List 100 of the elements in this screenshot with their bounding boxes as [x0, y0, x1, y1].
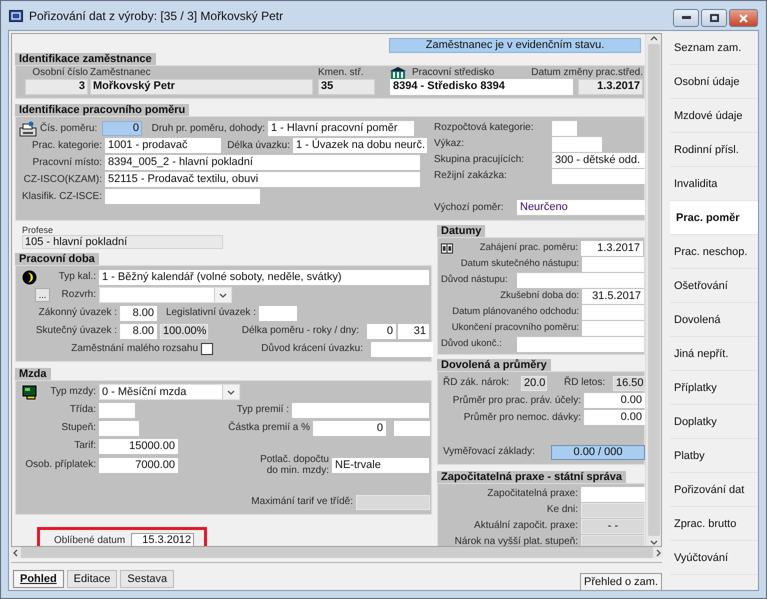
text-field[interactable]: 0	[313, 420, 386, 436]
field-label: Druh pr. poměru, dohody:	[150, 122, 266, 134]
view-tab[interactable]: Editace	[66, 570, 118, 588]
text-field[interactable]: 1001 - prodavač	[105, 138, 221, 153]
checkbox[interactable]	[201, 343, 213, 355]
field-label: Zkušební doba do:	[499, 290, 580, 302]
text-field[interactable]: 1 - Úvazek na dobu neurč.	[293, 138, 427, 153]
text-field[interactable]: 52115 - Prodavač textilu, obuvi	[105, 172, 420, 187]
app-icon	[9, 10, 23, 22]
text-field[interactable]: 16.50	[613, 376, 646, 390]
text-field[interactable]: 105 - hlavní pokladní	[22, 235, 223, 249]
field-label: Částka premií a %	[227, 422, 311, 434]
overview-button[interactable]: Přehled o zam.	[580, 573, 662, 591]
field-label: Klasifik. CZ-ISCE:	[20, 190, 103, 202]
text-field[interactable]	[356, 494, 430, 510]
text-field[interactable]	[581, 534, 645, 546]
vertical-scrollbar[interactable]	[645, 34, 661, 546]
field-label: ŘD letos:	[564, 377, 606, 389]
field-label: Zákonný úvazek :	[38, 307, 118, 319]
field-label: Maximání tarif ve třídě:	[250, 496, 354, 508]
text-field[interactable]: 8394 - Středisko 8394	[390, 79, 573, 95]
text-field[interactable]: 8.00	[120, 324, 157, 338]
close-button[interactable]	[729, 9, 758, 27]
maximize-button[interactable]	[701, 9, 727, 27]
text-field[interactable]: 3	[25, 79, 88, 95]
field-label: ŘD zák. nárok:	[443, 377, 510, 389]
text-field[interactable]: 0.00	[584, 393, 645, 408]
section-title: Mzda	[15, 368, 50, 380]
field-label: Prac. kategorie:	[30, 140, 103, 152]
field-label: Výkaz:	[434, 138, 466, 150]
field-label: Datum změny prac.střed.	[530, 67, 643, 79]
field-label: Potlač. dopočtu do min. mzdy:	[259, 454, 330, 476]
field-label: Aktuální započit. praxe:	[473, 520, 579, 532]
text-field[interactable]: 1.3.2017	[578, 79, 643, 95]
text-field[interactable]: 1 - Hlavní pracovní poměr	[268, 121, 414, 136]
chevron-left-icon	[11, 548, 19, 556]
field-label: Osob. příplatek:	[24, 459, 97, 471]
status-banner: Zaměstnanec je v evidenčním stavu.	[389, 38, 641, 53]
close-icon	[739, 14, 748, 22]
text-field[interactable]	[581, 502, 645, 518]
text-field[interactable]: 31	[398, 324, 429, 338]
text-field[interactable]: Mořkovský Petr	[90, 79, 313, 95]
field-label: Typ mzdy:	[49, 386, 97, 398]
schedule-dropdown[interactable]	[99, 287, 232, 303]
field-label: Nárok na vyšší plat. stupeň:	[454, 536, 579, 546]
minimize-button[interactable]	[673, 9, 699, 27]
section-title: Identifikace zaměstnance	[15, 53, 156, 65]
field-label: Délka úvazku:	[227, 140, 291, 152]
text-field[interactable]: 20.0	[521, 376, 547, 390]
field-label: Průměr pro prac. práv. účely:	[452, 394, 582, 406]
text-field[interactable]: NE-trvale	[332, 458, 429, 472]
text-field[interactable]: 35	[318, 79, 375, 95]
section-title: Dovolená a průměry	[437, 359, 551, 371]
chevron-down-icon	[219, 291, 227, 299]
field-label: Zaměstnanec	[90, 67, 152, 79]
section-title: Započitatelná praxe - státní správa	[437, 471, 626, 483]
text-field[interactable]: 15000.00	[99, 438, 178, 454]
view-tab[interactable]: Sestava	[120, 570, 174, 588]
field-label: Zaměstnání malého rozsahu	[70, 343, 199, 355]
field-label: Ukončení pracovního poměru:	[450, 322, 580, 334]
field-label: Pracovní místo:	[32, 156, 103, 168]
chevron-down-icon	[227, 388, 235, 396]
text-field[interactable]: 7000.00	[99, 458, 178, 472]
sidebar-item[interactable]: Prac. poměr	[670, 201, 758, 235]
field-label: CZ-ISCO(KZAM):	[22, 174, 103, 186]
text-field[interactable]: 0.00	[584, 410, 645, 425]
text-field[interactable]: 15.3.2012	[131, 533, 194, 546]
text-field[interactable]: 0.00 / 000	[551, 444, 645, 460]
section-title: Pracovní doba	[15, 253, 99, 265]
field-label: Skupina pracujících:	[434, 154, 526, 166]
text-field[interactable]: 1.3.2017	[581, 240, 643, 256]
field-label: Třída:	[68, 404, 97, 416]
field-label: Důvod ukonč.:	[441, 338, 503, 350]
chevron-up-icon	[650, 34, 658, 42]
horizontal-scrollbar[interactable]	[11, 547, 663, 558]
printer-icon	[19, 120, 37, 136]
field-label: Osobní číslo	[31, 67, 88, 79]
text-field[interactable]: 8394_005_2 - hlavní pokladní	[105, 155, 420, 170]
field-label: Čís. poměru:	[40, 122, 98, 134]
wage-type-dropdown[interactable]: 0 - Měsíční mzda	[99, 384, 240, 400]
field-label: Typ kal.:	[58, 271, 97, 283]
text-field[interactable]: 0	[367, 324, 396, 338]
field-label: Vyměřovací základy:	[443, 446, 536, 458]
moon-icon	[22, 270, 37, 284]
text-field[interactable]: 300 - dětské odd.	[552, 152, 646, 168]
field-label: Ke dni:	[546, 504, 579, 516]
text-field[interactable]: 0	[102, 121, 142, 136]
section-title: Identifikace pracovního poměru	[15, 104, 190, 116]
view-tab[interactable]: Pohled	[13, 570, 64, 588]
browse-button[interactable]: ...	[35, 288, 50, 302]
text-field[interactable]: 8.00	[120, 306, 157, 320]
building-icon	[390, 67, 406, 79]
text-field[interactable]: 31.5.2017	[582, 288, 644, 304]
field-label: Datum plánovaného odchodu:	[451, 306, 580, 318]
text-field[interactable]: Neurčeno	[517, 200, 646, 215]
text-field[interactable]: - -	[581, 518, 645, 534]
field-label: Průměr pro nemoc. dávky:	[462, 412, 582, 424]
text-field[interactable]: 100.00%	[160, 324, 208, 338]
text-field[interactable]: 1 - Běžný kalendář (volné soboty, neděle, svátky)	[99, 270, 429, 284]
field-label: Důvod nástupu:	[441, 274, 509, 286]
